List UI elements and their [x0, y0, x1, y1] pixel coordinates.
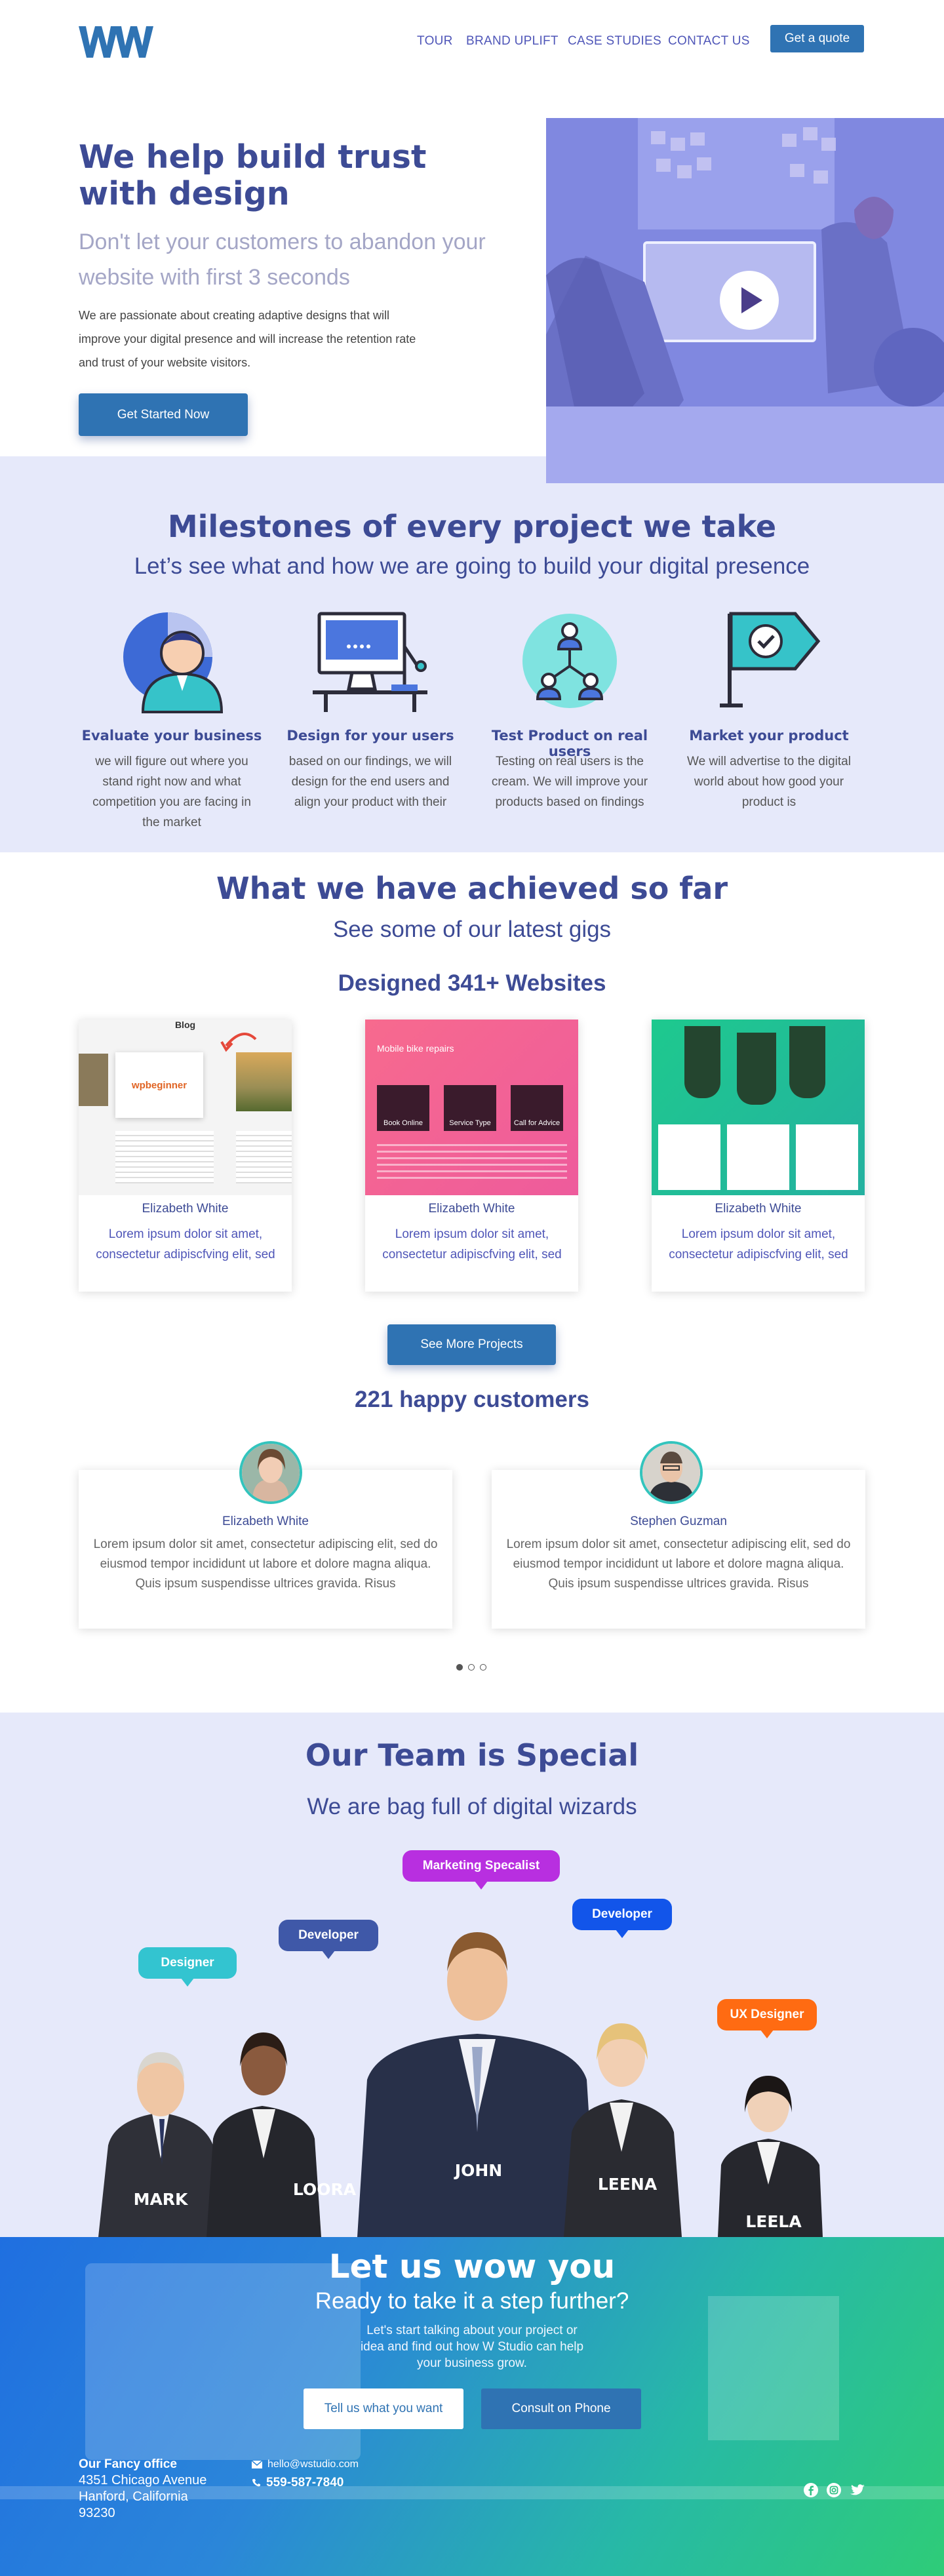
- milestone-title-design: Design for your users: [286, 728, 454, 743]
- project-card[interactable]: Blog wpbeginner Elizabeth White Lorem ip…: [79, 1020, 292, 1292]
- team-subtitle: We are bag full of digital wizards: [307, 1794, 637, 1819]
- project-screenshot: [652, 1020, 865, 1195]
- hero-subtitle: Don't let your customers to abandon your…: [79, 229, 486, 290]
- project-tile-book: Book Online: [377, 1085, 429, 1131]
- wpbeginner-logo: wpbeginner: [115, 1052, 203, 1118]
- cta-title: Let us wow you: [328, 2248, 616, 2286]
- carousel-dot[interactable]: [480, 1664, 486, 1671]
- phone-icon: [252, 2479, 260, 2487]
- flag-check-icon: [720, 612, 821, 707]
- role-bubble-marketing: Marketing Specalist: [403, 1850, 560, 1890]
- milestone-text-market: We will advertise to the digital world a…: [687, 755, 851, 809]
- role-bubble-developer: Developer: [572, 1899, 672, 1938]
- project-card-text: Lorem ipsum dolor sit amet, consectetur …: [96, 1227, 275, 1261]
- project-card[interactable]: Elizabeth White Lorem ipsum dolor sit am…: [652, 1020, 865, 1292]
- testimonial-name: Stephen Guzman: [630, 1515, 727, 1528]
- happy-customers-title: 221 happy customers: [355, 1387, 589, 1412]
- milestone-text-evaluate: we will figure out where you stand right…: [92, 755, 251, 829]
- achieved-subtitle: See some of our latest gigs: [332, 917, 612, 942]
- carousel-dot-active[interactable]: [456, 1664, 463, 1671]
- project-image-title: Mobile bike repairs: [377, 1043, 454, 1054]
- team-title: Our Team is Special: [305, 1737, 639, 1773]
- contact-details: hello@wstudio.com 559-587-7840: [252, 2459, 359, 2490]
- address-line: 4351 Chicago Avenue: [79, 2473, 207, 2487]
- milestone-text-test: Testing on real users is the cream. We w…: [491, 755, 648, 809]
- testimonial-text: Lorem ipsum dolor sit amet, consectetur …: [93, 1537, 438, 1591]
- cta-body: Let's start talking about your project o…: [360, 2324, 584, 2370]
- nav-brand-uplift[interactable]: BRAND UPLIFT: [466, 34, 559, 49]
- hero-body: We are passionate about creating adaptiv…: [79, 309, 416, 369]
- twitter-icon[interactable]: [850, 2482, 865, 2498]
- tell-us-button[interactable]: Tell us what you want: [304, 2388, 463, 2429]
- role-bubble-designer: Designer: [138, 1947, 237, 1987]
- design-desk-icon: [313, 612, 427, 712]
- carousel-dot[interactable]: [468, 1664, 475, 1671]
- project-card-text: Lorem ipsum dolor sit amet, consectetur …: [382, 1227, 562, 1261]
- office-title: Our Fancy office: [79, 2457, 177, 2471]
- email-link[interactable]: hello@wstudio.com: [267, 2459, 359, 2470]
- milestones-subtitle: Let’s see what and how we are going to b…: [134, 553, 810, 579]
- milestone-title-market: Market your product: [689, 728, 849, 743]
- project-card-text: Lorem ipsum dolor sit amet, consectetur …: [669, 1227, 848, 1261]
- team-member-name: LEELA: [745, 2212, 802, 2231]
- role-bubble-ux-designer: UX Designer: [717, 1999, 817, 2038]
- project-screenshot: Blog wpbeginner: [79, 1020, 292, 1195]
- nav-contact-us[interactable]: CONTACT US: [668, 34, 750, 49]
- project-card-name: Elizabeth White: [715, 1202, 802, 1216]
- project-card[interactable]: Mobile bike repairs Book Online Service …: [365, 1020, 578, 1292]
- team-member-name: LEENA: [597, 2175, 658, 2194]
- get-a-quote-button[interactable]: Get a quote: [770, 25, 864, 52]
- team-member-name: MARK: [133, 2190, 188, 2209]
- user-network-icon: [522, 614, 617, 708]
- get-started-button[interactable]: Get Started Now: [79, 393, 248, 436]
- nav-tour[interactable]: TOUR: [417, 34, 453, 49]
- business-analysis-icon: [123, 612, 224, 713]
- avatar: [640, 1441, 703, 1504]
- project-screenshot: Mobile bike repairs Book Online Service …: [365, 1020, 578, 1195]
- office-address: Our Fancy office 4351 Chicago Avenue Han…: [79, 2456, 206, 2522]
- milestone-title-evaluate: Evaluate your business: [81, 728, 262, 743]
- milestone-text-design: based on our findings, we will design fo…: [288, 755, 452, 809]
- avatar: [239, 1441, 302, 1504]
- phone-link[interactable]: 559-587-7840: [266, 2476, 344, 2490]
- testimonial-name: Elizabeth White: [222, 1515, 309, 1528]
- see-more-projects-button[interactable]: See More Projects: [387, 1324, 556, 1365]
- address-line: Hanford, California: [79, 2489, 188, 2504]
- role-bubble-developer: Developer: [279, 1920, 378, 1959]
- project-card-name: Elizabeth White: [142, 1202, 229, 1216]
- nav-case-studies[interactable]: CASE STUDIES: [568, 34, 661, 49]
- project-tile-call: Call for Advice: [511, 1085, 563, 1131]
- hero-video[interactable]: [546, 118, 944, 483]
- testimonial-text: Lorem ipsum dolor sit amet, consectetur …: [506, 1537, 851, 1591]
- achieved-title: What we have achieved so far: [216, 871, 728, 906]
- designed-count: Designed 341+ Websites: [338, 970, 606, 996]
- consult-phone-button[interactable]: Consult on Phone: [481, 2388, 641, 2429]
- hero-title: We help build trust with design: [79, 138, 427, 212]
- team-meeting-photo: [546, 118, 944, 483]
- instagram-icon[interactable]: [826, 2482, 842, 2498]
- address-line: 93230: [79, 2506, 115, 2520]
- facebook-icon[interactable]: [803, 2482, 819, 2498]
- project-tile-service: Service Type: [444, 1085, 496, 1131]
- logo[interactable]: [79, 25, 153, 59]
- mail-icon: [252, 2461, 262, 2468]
- team-member-name: LOORA: [292, 2180, 357, 2199]
- project-card-name: Elizabeth White: [428, 1202, 515, 1216]
- team-member-name: JOHN: [454, 2161, 503, 2180]
- milestones-title: Milestones of every project we take: [167, 509, 777, 544]
- cta-subtitle: Ready to take it a step further?: [315, 2288, 629, 2314]
